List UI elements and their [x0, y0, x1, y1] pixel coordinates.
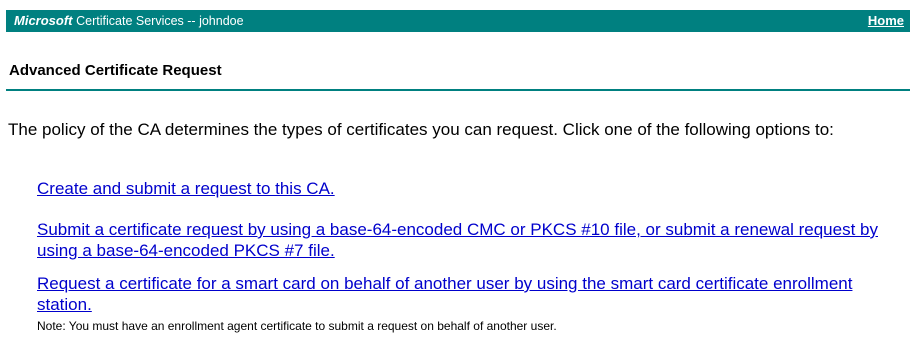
- intro-text: The policy of the CA determines the type…: [8, 120, 834, 139]
- title-divider: [6, 89, 910, 91]
- header-title: Microsoft Certificate Services -- johndo…: [14, 10, 244, 32]
- page-title: Advanced Certificate Request: [9, 62, 222, 79]
- submit-base64-request-link[interactable]: Submit a certificate request by using a …: [37, 219, 897, 261]
- service-label: Certificate Services -- johndoe: [76, 14, 244, 28]
- header-bar: Microsoft Certificate Services -- johndo…: [6, 10, 910, 32]
- create-request-link[interactable]: Create and submit a request to this CA.: [37, 178, 897, 199]
- enrollment-agent-note: Note: You must have an enrollment agent …: [37, 319, 557, 333]
- smart-card-enrollment-link[interactable]: Request a certificate for a smart card o…: [37, 273, 897, 315]
- brand-label: Microsoft: [14, 13, 73, 28]
- home-link[interactable]: Home: [868, 10, 904, 32]
